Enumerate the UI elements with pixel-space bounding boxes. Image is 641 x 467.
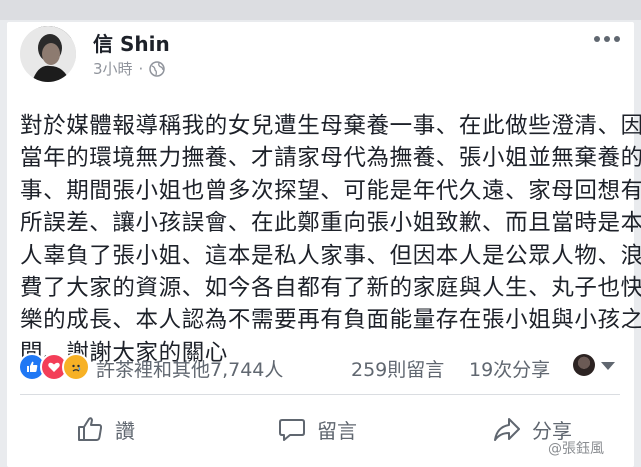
viewer-avatar[interactable] bbox=[573, 354, 595, 376]
divider bbox=[20, 394, 620, 395]
meta-separator: · bbox=[138, 59, 144, 78]
like-label: 讚 bbox=[115, 418, 135, 443]
like-button[interactable]: 讚 bbox=[75, 414, 135, 444]
comment-icon bbox=[279, 419, 305, 441]
post-meta: 3小時 · bbox=[93, 58, 166, 79]
comment-label: 留言 bbox=[317, 418, 357, 443]
post-line: 事、期間張小姐也曾多次探望、可能是年代久遠、家母回想有 bbox=[20, 177, 641, 204]
reaction-count[interactable]: 許茶裡和其他7,744人 bbox=[96, 355, 283, 382]
post-time[interactable]: 3小時 bbox=[93, 58, 133, 79]
more-options-icon[interactable] bbox=[594, 36, 620, 42]
sad-reaction-icon bbox=[62, 353, 90, 381]
post-line: 當年的環境無力撫養、才請家母代為撫養、張小姐並無棄養的 bbox=[20, 145, 641, 172]
reaction-icons[interactable] bbox=[18, 353, 90, 381]
watermark: @張鈺風 bbox=[548, 441, 604, 457]
share-icon bbox=[494, 418, 520, 441]
top-bar bbox=[0, 0, 641, 20]
globe-icon bbox=[149, 60, 166, 77]
comment-button[interactable]: 留言 bbox=[277, 414, 357, 444]
post-line: 所誤差、讓小孩誤會、在此鄭重向張小姐致歉、而且當時是本 bbox=[20, 210, 641, 237]
post-line: 樂的成長、本人認為不需要再有負面能量存在張小姐與小孩之 bbox=[20, 307, 641, 334]
author-avatar[interactable] bbox=[20, 26, 76, 82]
post-line: 費了大家的資源、如今各自都有了新的家庭與人生、丸子也快 bbox=[20, 275, 641, 302]
share-count[interactable]: 19次分享 bbox=[469, 355, 550, 382]
post-line: 對於媒體報導稱我的女兒遭生母棄養一事、在此做些澄清、因 bbox=[20, 113, 641, 139]
author-name[interactable]: 信 Shin bbox=[93, 28, 170, 57]
chevron-down-icon[interactable] bbox=[601, 362, 615, 370]
avatar-photo bbox=[20, 26, 76, 82]
post-line: 人辜負了張小姐、這本是私人家事、但因本人是公眾人物、浪 bbox=[20, 242, 641, 269]
comment-count[interactable]: 259則留言 bbox=[351, 355, 444, 382]
thumbs-up-icon bbox=[78, 417, 103, 441]
post-body: 對於媒體報導稱我的女兒遭生母棄養一事、在此做些澄清、因 當年的環境無力撫養、才請… bbox=[20, 110, 641, 369]
